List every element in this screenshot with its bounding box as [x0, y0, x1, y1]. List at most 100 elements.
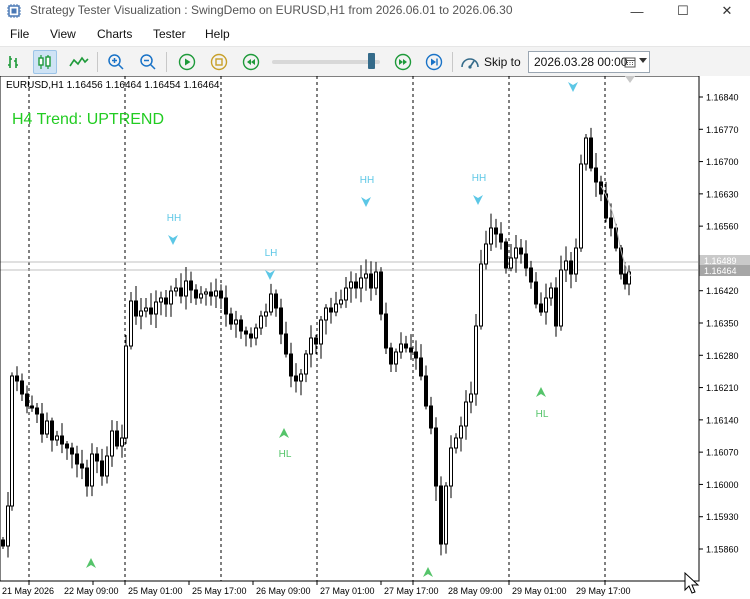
chevron-down-icon[interactable]	[639, 58, 647, 64]
bullish-candle	[309, 337, 313, 355]
bullish-candle	[459, 425, 463, 439]
bearish-candle	[60, 435, 64, 445]
price-axis-label: 1.16840	[706, 93, 739, 103]
candlestick-chart-button[interactable]	[33, 50, 57, 74]
bullish-candle	[349, 281, 353, 289]
bearish-candle	[439, 485, 443, 545]
fast-forward-button[interactable]	[391, 50, 415, 74]
bearish-candle	[414, 351, 418, 359]
speed-slider-track[interactable]	[272, 60, 380, 64]
bearish-candle	[379, 271, 383, 315]
zoom-in-button[interactable]	[104, 50, 128, 74]
bullish-candle	[214, 290, 218, 297]
skip-to-label: Skip to	[484, 55, 521, 69]
bullish-candle	[549, 287, 553, 299]
calendar-icon[interactable]	[624, 56, 636, 68]
speed-slider-thumb[interactable]	[368, 53, 375, 69]
bearish-candle	[369, 273, 373, 289]
play-icon	[178, 53, 196, 71]
bearish-candle	[404, 343, 408, 349]
step-forward-button[interactable]	[422, 50, 446, 74]
bullish-candle	[564, 260, 568, 271]
time-axis-label: 25 May 01:00	[128, 586, 183, 596]
close-button[interactable]: ✕	[704, 0, 750, 22]
bullish-candle	[10, 375, 14, 507]
bearish-candle	[284, 333, 288, 355]
toolbar-separator	[97, 52, 98, 72]
play-button[interactable]	[175, 50, 199, 74]
bearish-candle	[354, 281, 358, 289]
bearish-candle	[70, 447, 74, 455]
swing-marker-label: HH	[472, 173, 486, 184]
menu-view[interactable]: View	[50, 27, 76, 41]
bearish-candle	[609, 217, 613, 229]
price-chart[interactable]: HH LH HH HH HL HL 1.16840 1.16770 1.16700 1.1663…	[0, 76, 750, 599]
bearish-candle	[189, 280, 193, 291]
bullish-candle	[169, 290, 173, 305]
bullish-candle	[324, 307, 328, 321]
time-axis-label: 27 May 17:00	[384, 586, 439, 596]
bearish-candle	[100, 460, 104, 477]
skip-to-date-picker[interactable]: 2026.03.28 00:00	[528, 51, 650, 73]
bearish-candle	[209, 291, 213, 297]
menu-charts[interactable]: Charts	[97, 27, 132, 41]
bearish-candle	[429, 405, 433, 429]
bearish-candle	[25, 393, 29, 407]
bullish-candle	[55, 435, 59, 441]
bullish-candle	[584, 137, 588, 165]
bullish-candle	[110, 430, 114, 457]
bullish-candle	[359, 277, 363, 289]
bullish-candle	[144, 307, 148, 312]
fast-forward-icon	[394, 53, 412, 71]
bullish-candle	[299, 373, 303, 382]
current-price-tag-label: 1.16464	[704, 266, 737, 276]
bullish-candle	[269, 293, 273, 313]
price-axis-label: 1.16630	[706, 189, 739, 199]
bearish-candle	[115, 430, 119, 447]
bearish-candle	[384, 313, 388, 349]
time-axis-label: 29 May 17:00	[576, 586, 631, 596]
bearish-candle	[134, 300, 138, 317]
bar-chart-icon	[8, 56, 18, 68]
bar-chart-button[interactable]	[3, 50, 27, 74]
zoom-out-button[interactable]	[136, 50, 160, 74]
skip-to-button[interactable]	[458, 50, 482, 74]
bullish-candle	[174, 287, 178, 292]
price-axis-label: 1.16770	[706, 125, 739, 135]
bearish-candle	[219, 290, 223, 299]
bullish-candle	[489, 227, 493, 245]
bullish-candle	[484, 243, 488, 265]
maximize-button[interactable]: ☐	[660, 0, 706, 22]
time-axis-label: 22 May 09:00	[64, 586, 119, 596]
price-axis-label: 1.16700	[706, 157, 739, 167]
swing-marker-label: HL	[279, 449, 292, 460]
bearish-candle	[623, 273, 627, 285]
swing-marker-label: HH	[167, 213, 181, 224]
bullish-candle	[334, 303, 338, 313]
menu-bar: File View Charts Tester Help	[0, 22, 750, 46]
line-chart-button[interactable]	[67, 50, 91, 74]
menu-tester[interactable]: Tester	[153, 27, 186, 41]
time-axis-label: 29 May 01:00	[512, 586, 567, 596]
price-axis-label: 1.16210	[706, 383, 739, 393]
bearish-candle	[279, 307, 283, 335]
bullish-candle	[399, 343, 403, 353]
bearish-candle	[499, 233, 503, 243]
speedometer-icon	[461, 58, 479, 69]
rewind-button[interactable]	[239, 50, 263, 74]
rewind-icon	[242, 53, 260, 71]
bullish-candle	[199, 293, 203, 299]
bullish-candle	[559, 269, 563, 327]
bearish-candle	[149, 307, 153, 315]
price-axis-label: 1.16280	[706, 351, 739, 361]
bearish-candle	[504, 241, 508, 269]
bullish-candle	[479, 263, 483, 327]
bearish-candle	[249, 333, 253, 339]
menu-file[interactable]: File	[10, 27, 29, 41]
time-axis-label: 25 May 17:00	[192, 586, 247, 596]
bullish-candle	[120, 437, 124, 447]
chart-background	[0, 76, 750, 599]
menu-help[interactable]: Help	[205, 27, 230, 41]
stop-button[interactable]	[207, 50, 231, 74]
minimize-button[interactable]: —	[614, 0, 660, 22]
